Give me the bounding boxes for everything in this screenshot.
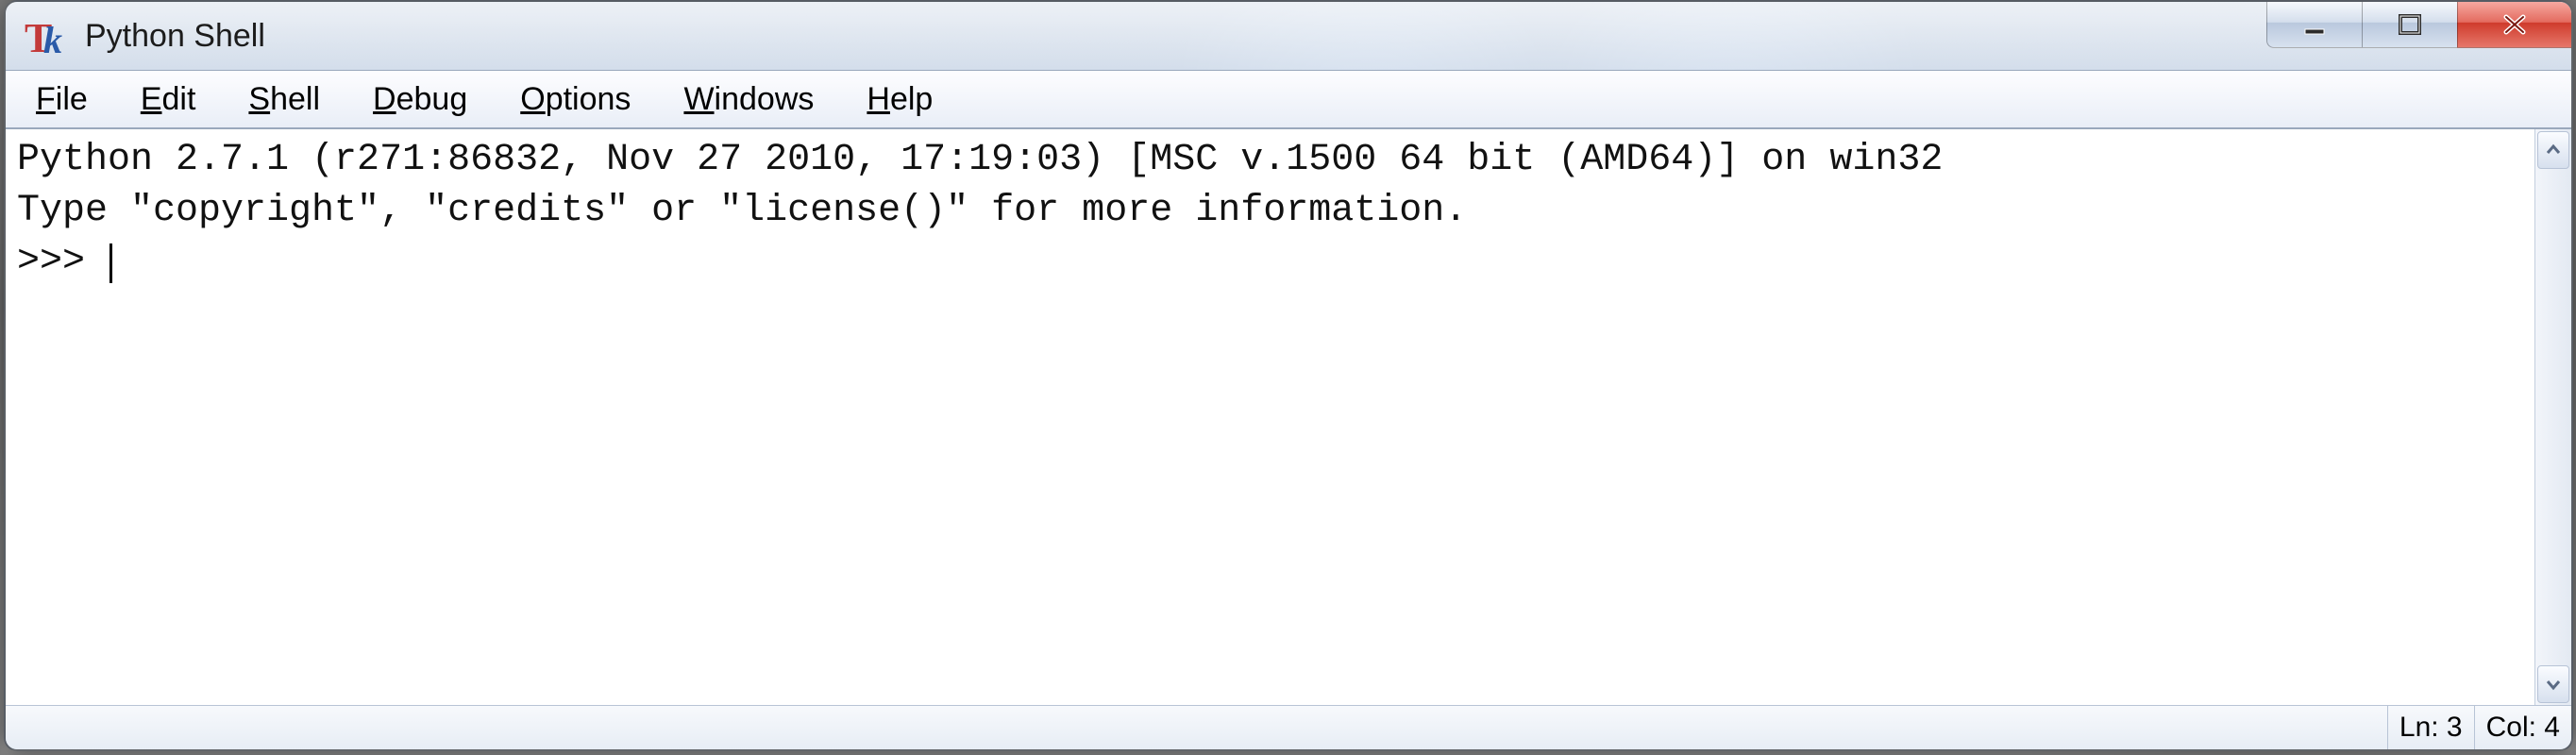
menu-edit[interactable]: Edit [114, 76, 223, 124]
menu-options[interactable]: Options [494, 76, 657, 124]
scroll-track[interactable] [2535, 171, 2571, 663]
status-bar: Ln: 3 Col: 4 [6, 705, 2571, 749]
menu-file[interactable]: File [9, 76, 114, 124]
shell-prompt: >>> [17, 241, 108, 283]
menu-shell[interactable]: Shell [222, 76, 346, 124]
status-line: Ln: 3 [2387, 706, 2474, 749]
chevron-up-icon [2545, 142, 2562, 159]
scroll-down-button[interactable] [2537, 665, 2569, 703]
vertical-scrollbar[interactable] [2534, 129, 2571, 705]
status-col: Col: 4 [2474, 706, 2571, 749]
banner-line-2: Type "copyright", "credits" or "license(… [17, 190, 1467, 232]
menu-help[interactable]: Help [840, 76, 959, 124]
title-bar[interactable]: Tk Python Shell [6, 2, 2571, 70]
maximize-button[interactable] [2362, 2, 2457, 48]
tk-app-icon: Tk [25, 14, 68, 58]
menu-bar: File Edit Shell Debug Options Windows He… [6, 70, 2571, 128]
caption-button-group [2266, 2, 2571, 47]
minimize-button[interactable] [2266, 2, 2362, 48]
idle-window: Tk Python Shell [4, 0, 2573, 751]
text-cursor [109, 243, 112, 283]
close-icon [2497, 8, 2533, 41]
menu-debug[interactable]: Debug [346, 76, 494, 124]
shell-text-area[interactable]: Python 2.7.1 (r271:86832, Nov 27 2010, 1… [6, 129, 2534, 705]
chevron-down-icon [2545, 676, 2562, 693]
banner-line-1: Python 2.7.1 (r271:86832, Nov 27 2010, 1… [17, 139, 1943, 181]
minimize-icon [2298, 8, 2331, 41]
maximize-icon [2394, 8, 2426, 41]
window-title: Python Shell [85, 18, 265, 55]
close-button[interactable] [2457, 2, 2571, 48]
menu-windows[interactable]: Windows [657, 76, 840, 124]
editor-area: Python 2.7.1 (r271:86832, Nov 27 2010, 1… [6, 128, 2571, 705]
scroll-up-button[interactable] [2537, 131, 2569, 169]
